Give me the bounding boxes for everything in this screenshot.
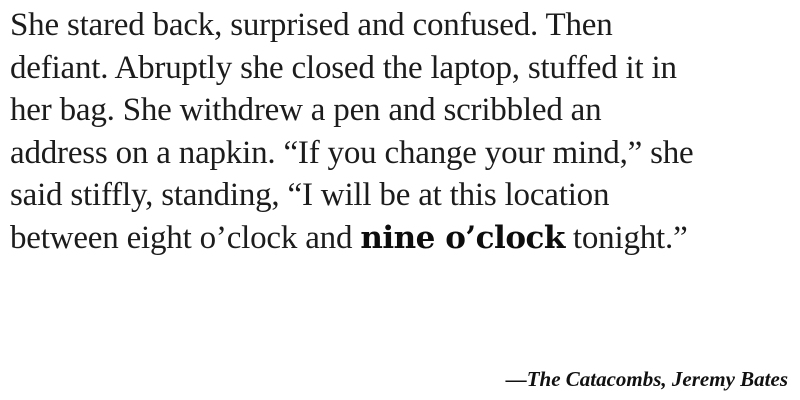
quote-line-1: She stared back, surprised and confused.… (10, 7, 613, 43)
emphasized-time: nine o’clock (360, 219, 565, 256)
quote-line-3: her bag. She withdrew a pen and scribble… (10, 92, 602, 128)
quote-line-6-end: tonight.” (564, 219, 688, 256)
quote-line-5: said stiffly, standing, “I will be at th… (10, 177, 610, 213)
attribution: —The Catacombs, Jeremy Bates (505, 367, 788, 391)
quote-line-6-start: between eight o’clock and (10, 219, 361, 256)
quote-text: She stared back, surprised and confused.… (10, 4, 790, 259)
quote-line-4: address on a napkin. “If you change your… (10, 134, 694, 171)
quote-line-2: defiant. Abruptly she closed the laptop,… (10, 49, 677, 86)
quote-line-6: between eight o’clock and nine o’clock t… (10, 217, 790, 260)
